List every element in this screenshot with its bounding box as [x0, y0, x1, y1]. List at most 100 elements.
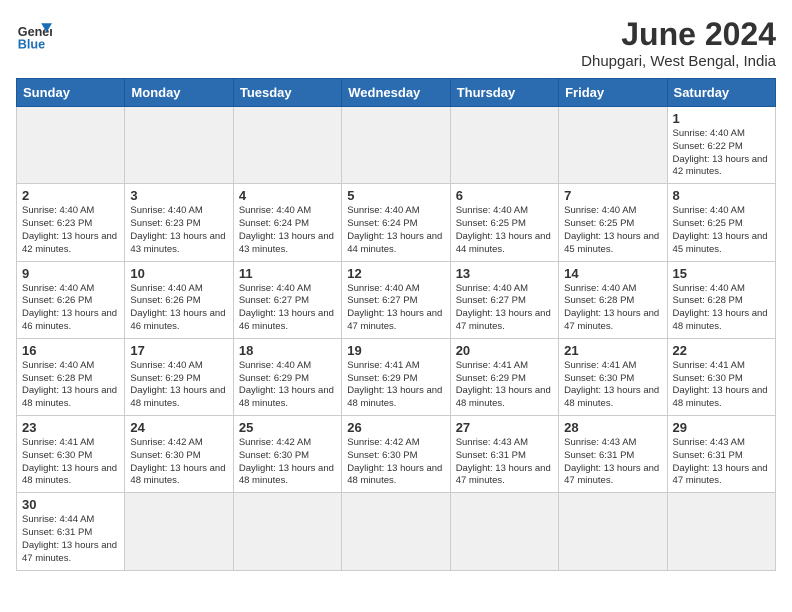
calendar-cell: 20Sunrise: 4:41 AM Sunset: 6:29 PM Dayli… — [450, 338, 558, 415]
day-info: Sunrise: 4:41 AM Sunset: 6:30 PM Dayligh… — [22, 437, 119, 488]
calendar-cell: 1 Sunrise: 4:40 AM Sunset: 6:22 PM Daylig… — [667, 107, 775, 184]
day-number: 15 — [673, 266, 770, 281]
svg-text:Blue: Blue — [18, 37, 45, 51]
day-info: Sunrise: 4:42 AM Sunset: 6:30 PM Dayligh… — [239, 437, 336, 488]
calendar-cell: 4Sunrise: 4:40 AM Sunset: 6:24 PM Daylig… — [233, 184, 341, 261]
day-number: 6 — [456, 188, 553, 203]
day-number: 4 — [239, 188, 336, 203]
day-info: Sunrise: 4:40 AM Sunset: 6:26 PM Dayligh… — [22, 283, 119, 334]
location-title: Dhupgari, West Bengal, India — [581, 53, 776, 70]
calendar-cell: 2 Sunrise: 4:40 AM Sunset: 6:23 PM Daylig… — [17, 184, 125, 261]
weekday-header-saturday: Saturday — [667, 79, 775, 107]
day-info: Sunrise: 4:40 AM Sunset: 6:29 PM Dayligh… — [239, 360, 336, 411]
day-number: 28 — [564, 420, 661, 435]
day-info: Sunrise: 4:40 AM Sunset: 6:27 PM Dayligh… — [347, 283, 444, 334]
calendar-cell — [559, 107, 667, 184]
day-info: Sunrise: 4:40 AM Sunset: 6:24 PM Dayligh… — [347, 205, 444, 256]
calendar-cell — [342, 107, 450, 184]
day-number: 9 — [22, 266, 119, 281]
calendar-cell: 12Sunrise: 4:40 AM Sunset: 6:27 PM Dayli… — [342, 261, 450, 338]
calendar-cell: 26 Sunrise: 4:42 AM Sunset: 6:30 PM Dayli… — [342, 416, 450, 493]
logo-icon: General Blue — [16, 16, 52, 52]
calendar-cell — [342, 493, 450, 570]
day-info: Sunrise: 4:40 AM Sunset: 6:28 PM Dayligh… — [673, 283, 770, 334]
weekday-header-tuesday: Tuesday — [233, 79, 341, 107]
day-info: Sunrise: 4:40 AM Sunset: 6:23 PM Dayligh… — [22, 205, 119, 256]
calendar-cell — [233, 493, 341, 570]
day-info: Sunrise: 4:42 AM Sunset: 6:30 PM Dayligh… — [130, 437, 227, 488]
calendar-cell: 5 Sunrise: 4:40 AM Sunset: 6:24 PM Daylig… — [342, 184, 450, 261]
calendar-cell: 16 Sunrise: 4:40 AM Sunset: 6:28 PM Dayli… — [17, 338, 125, 415]
calendar-cell — [559, 493, 667, 570]
calendar-cell: 23 Sunrise: 4:41 AM Sunset: 6:30 PM Dayli… — [17, 416, 125, 493]
day-number: 5 — [347, 188, 444, 203]
day-number: 8 — [673, 188, 770, 203]
day-info: Sunrise: 4:40 AM Sunset: 6:27 PM Dayligh… — [456, 283, 553, 334]
day-info: Sunrise: 4:40 AM Sunset: 6:23 PM Dayligh… — [130, 205, 227, 256]
weekday-header-wednesday: Wednesday — [342, 79, 450, 107]
calendar-cell: 14 Sunrise: 4:40 AM Sunset: 6:28 PM Dayli… — [559, 261, 667, 338]
header: General Blue June 2024 Dhupgari, West Be… — [16, 16, 776, 70]
calendar-cell: 13 Sunrise: 4:40 AM Sunset: 6:27 PM Dayli… — [450, 261, 558, 338]
calendar-cell: 24Sunrise: 4:42 AM Sunset: 6:30 PM Dayli… — [125, 416, 233, 493]
weekday-header-monday: Monday — [125, 79, 233, 107]
calendar-cell: 28 Sunrise: 4:43 AM Sunset: 6:31 PM Dayli… — [559, 416, 667, 493]
day-number: 26 — [347, 420, 444, 435]
day-number: 29 — [673, 420, 770, 435]
day-number: 14 — [564, 266, 661, 281]
calendar-cell: 30 Sunrise: 4:44 AM Sunset: 6:31 PM Dayli… — [17, 493, 125, 570]
day-number: 16 — [22, 343, 119, 358]
calendar-cell — [125, 107, 233, 184]
day-number: 22 — [673, 343, 770, 358]
calendar-cell: 6 Sunrise: 4:40 AM Sunset: 6:25 PM Daylig… — [450, 184, 558, 261]
day-info: Sunrise: 4:40 AM Sunset: 6:25 PM Dayligh… — [564, 205, 661, 256]
calendar-cell — [450, 107, 558, 184]
day-number: 1 — [673, 111, 770, 126]
day-info: Sunrise: 4:42 AM Sunset: 6:30 PM Dayligh… — [347, 437, 444, 488]
day-number: 13 — [456, 266, 553, 281]
calendar-cell: 21 Sunrise: 4:41 AM Sunset: 6:30 PM Dayli… — [559, 338, 667, 415]
day-number: 21 — [564, 343, 661, 358]
day-info: Sunrise: 4:41 AM Sunset: 6:29 PM Dayligh… — [347, 360, 444, 411]
weekday-header-friday: Friday — [559, 79, 667, 107]
day-info: Sunrise: 4:40 AM Sunset: 6:28 PM Dayligh… — [564, 283, 661, 334]
calendar-cell: 18 Sunrise: 4:40 AM Sunset: 6:29 PM Dayli… — [233, 338, 341, 415]
day-number: 11 — [239, 266, 336, 281]
logo: General Blue — [16, 16, 52, 52]
day-number: 2 — [22, 188, 119, 203]
day-info: Sunrise: 4:40 AM Sunset: 6:26 PM Dayligh… — [130, 283, 227, 334]
day-info: Sunrise: 4:43 AM Sunset: 6:31 PM Dayligh… — [456, 437, 553, 488]
day-info: Sunrise: 4:40 AM Sunset: 6:22 PM Dayligh… — [673, 128, 770, 179]
day-number: 27 — [456, 420, 553, 435]
calendar-cell: 7 Sunrise: 4:40 AM Sunset: 6:25 PM Daylig… — [559, 184, 667, 261]
month-title: June 2024 — [581, 16, 776, 53]
day-number: 7 — [564, 188, 661, 203]
calendar-cell — [450, 493, 558, 570]
calendar-cell: 25 Sunrise: 4:42 AM Sunset: 6:30 PM Dayli… — [233, 416, 341, 493]
calendar-cell: 29Sunrise: 4:43 AM Sunset: 6:31 PM Dayli… — [667, 416, 775, 493]
day-number: 23 — [22, 420, 119, 435]
day-info: Sunrise: 4:40 AM Sunset: 6:25 PM Dayligh… — [673, 205, 770, 256]
calendar-cell: 15 Sunrise: 4:40 AM Sunset: 6:28 PM Dayli… — [667, 261, 775, 338]
calendar-cell: 27 Sunrise: 4:43 AM Sunset: 6:31 PM Dayli… — [450, 416, 558, 493]
day-number: 25 — [239, 420, 336, 435]
calendar-cell: 9 Sunrise: 4:40 AM Sunset: 6:26 PM Daylig… — [17, 261, 125, 338]
day-info: Sunrise: 4:41 AM Sunset: 6:30 PM Dayligh… — [564, 360, 661, 411]
day-number: 10 — [130, 266, 227, 281]
day-info: Sunrise: 4:43 AM Sunset: 6:31 PM Dayligh… — [564, 437, 661, 488]
day-number: 18 — [239, 343, 336, 358]
calendar-cell: 8 Sunrise: 4:40 AM Sunset: 6:25 PM Daylig… — [667, 184, 775, 261]
weekday-header-sunday: Sunday — [17, 79, 125, 107]
day-number: 30 — [22, 497, 119, 512]
calendar-cell: 3Sunrise: 4:40 AM Sunset: 6:23 PM Daylig… — [125, 184, 233, 261]
calendar-cell — [17, 107, 125, 184]
title-block: June 2024 Dhupgari, West Bengal, India — [581, 16, 776, 70]
day-info: Sunrise: 4:40 AM Sunset: 6:25 PM Dayligh… — [456, 205, 553, 256]
day-info: Sunrise: 4:40 AM Sunset: 6:27 PM Dayligh… — [239, 283, 336, 334]
calendar-cell: 19Sunrise: 4:41 AM Sunset: 6:29 PM Dayli… — [342, 338, 450, 415]
day-info: Sunrise: 4:44 AM Sunset: 6:31 PM Dayligh… — [22, 514, 119, 565]
day-number: 17 — [130, 343, 227, 358]
calendar-table: SundayMondayTuesdayWednesdayThursdayFrid… — [16, 78, 776, 571]
day-info: Sunrise: 4:40 AM Sunset: 6:28 PM Dayligh… — [22, 360, 119, 411]
day-info: Sunrise: 4:41 AM Sunset: 6:29 PM Dayligh… — [456, 360, 553, 411]
